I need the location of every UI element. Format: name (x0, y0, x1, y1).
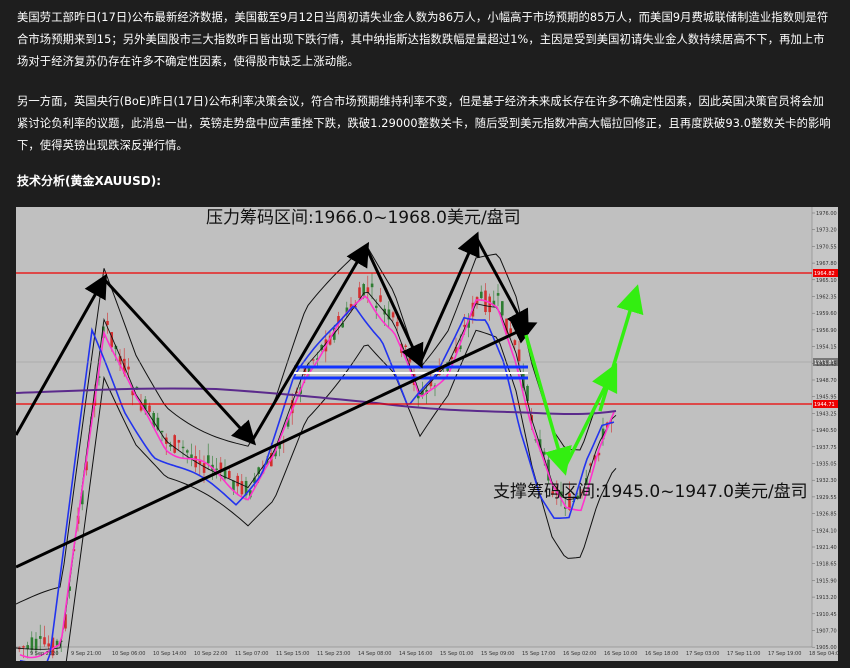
article-paragraph-2: 另一方面，英国央行(BoE)昨日(17日)公布利率决策会议，符合市场预期维持利率… (17, 95, 831, 152)
candle-body (480, 291, 483, 299)
x-tick-label: 15 Sep 17:00 (522, 651, 555, 657)
y-tick-label: 1976.00 (816, 211, 837, 217)
candle-body (207, 455, 210, 464)
y-tick-label: 1921.40 (816, 545, 837, 551)
y-tick-label: 1962.35 (816, 295, 837, 301)
y-tick-label: 1948.70 (816, 378, 837, 384)
candle-body (43, 637, 46, 645)
x-tick-label: 10 Sep 06:00 (112, 651, 145, 657)
candle-body (358, 287, 361, 299)
price-chart: 1964.82 1951.85 1944.71 1976.00 1973.20 1970… (16, 207, 838, 661)
x-tick-label: 17 Sep 19:00 (768, 651, 801, 657)
x-tick-label: 14 Sep 16:00 (399, 651, 432, 657)
candle-body (148, 405, 151, 412)
y-tick-label: 1929.55 (816, 495, 837, 501)
y-tick-label: 1926.85 (816, 512, 837, 518)
candle-body (391, 312, 395, 318)
price-badge-label: 1944.71 (814, 402, 835, 408)
y-tick-label: 1924.10 (816, 528, 837, 534)
x-tick-label: 18 Sep 04:00 (809, 651, 838, 657)
candle-body (177, 440, 181, 443)
candle-body (375, 305, 378, 308)
candle-body (219, 462, 223, 470)
candle-body (39, 636, 42, 639)
candle-body (404, 345, 407, 347)
candle-body (513, 340, 517, 346)
candle-body (160, 430, 164, 433)
candle-body (501, 301, 504, 316)
x-tick-label: 10 Sep 22:00 (194, 651, 227, 657)
y-tick-label: 1935.05 (816, 462, 837, 468)
candle-body (379, 295, 382, 302)
candle-body (215, 468, 218, 470)
x-tick-label: 14 Sep 08:00 (358, 651, 391, 657)
x-tick-label: 11 Sep 07:00 (235, 651, 268, 657)
chart-svg: 1964.821951.851944.71 1976.001973.201970… (16, 207, 838, 661)
candle-body (30, 637, 34, 651)
y-tick-label: 1967.80 (816, 261, 837, 267)
candle-body (190, 454, 193, 459)
price-badge-label: 1964.82 (814, 271, 835, 277)
x-tick-label: 16 Sep 02:00 (563, 651, 596, 657)
x-tick-label: 17 Sep 11:00 (727, 651, 760, 657)
y-tick-label: 1973.20 (816, 228, 837, 234)
x-tick-label: 17 Sep 03:00 (686, 651, 719, 657)
candle-body (496, 293, 500, 296)
candle-body (366, 287, 370, 293)
candle-body (517, 349, 521, 362)
x-tick-label: 16 Sep 10:00 (604, 651, 637, 657)
x-tick-label: 11 Sep 15:00 (276, 651, 309, 657)
candle-body (127, 366, 130, 370)
candle-body (181, 446, 185, 449)
candle-body (22, 646, 25, 648)
y-tick-label: 1954.15 (816, 345, 837, 351)
candle-body (488, 296, 491, 313)
y-tick-label: 1910.45 (816, 612, 837, 618)
x-tick-label: 15 Sep 01:00 (440, 651, 473, 657)
y-tick-label: 1970.55 (816, 244, 837, 250)
candle-body (236, 475, 239, 487)
y-tick-label: 1913.20 (816, 595, 837, 601)
candle-body (370, 283, 374, 288)
x-tick-label: 9 Sep 21:00 (71, 651, 101, 657)
x-tick-label: 15 Sep 09:00 (481, 651, 514, 657)
y-tick-label: 1918.65 (816, 562, 837, 568)
x-tick-label: 9 Sep 2020 (30, 651, 59, 657)
y-tick-label: 1907.70 (816, 629, 837, 635)
x-tick-label: 11 Sep 23:00 (317, 651, 350, 657)
resistance-annotation: 压力筹码区间:1966.0~1968.0美元/盘司 (206, 208, 521, 228)
candle-body (186, 450, 189, 453)
candle-body (202, 463, 206, 473)
candle-body (173, 435, 176, 453)
y-tick-label: 1915.90 (816, 578, 837, 584)
y-tick-label: 1951.45 (816, 361, 837, 367)
y-tick-label: 1959.60 (816, 311, 837, 317)
y-tick-label: 1945.95 (816, 395, 837, 401)
technical-analysis-heading: 技术分析(黄金XAUUSD): (17, 174, 162, 188)
y-tick-label: 1940.50 (816, 428, 837, 434)
candle-body (396, 321, 399, 327)
y-tick-label: 1937.75 (816, 445, 837, 451)
x-tick-label: 10 Sep 14:00 (153, 651, 186, 657)
candle-body (34, 638, 38, 651)
candle-body (47, 643, 50, 647)
y-tick-label: 1932.30 (816, 478, 837, 484)
article-paragraph-1: 美国劳工部昨日(17日)公布最新经济数据，美国截至9月12日当周初请失业金人数为… (17, 11, 829, 68)
y-tick-label: 1956.90 (816, 328, 837, 334)
candle-body (240, 481, 244, 495)
y-tick-label: 1943.25 (816, 411, 837, 417)
x-tick-label: 16 Sep 18:00 (645, 651, 678, 657)
candle-body (228, 471, 231, 479)
y-tick-label: 1965.10 (816, 278, 837, 284)
support-annotation: 支撑筹码区间:1945.0~1947.0美元/盘司 (493, 482, 808, 502)
